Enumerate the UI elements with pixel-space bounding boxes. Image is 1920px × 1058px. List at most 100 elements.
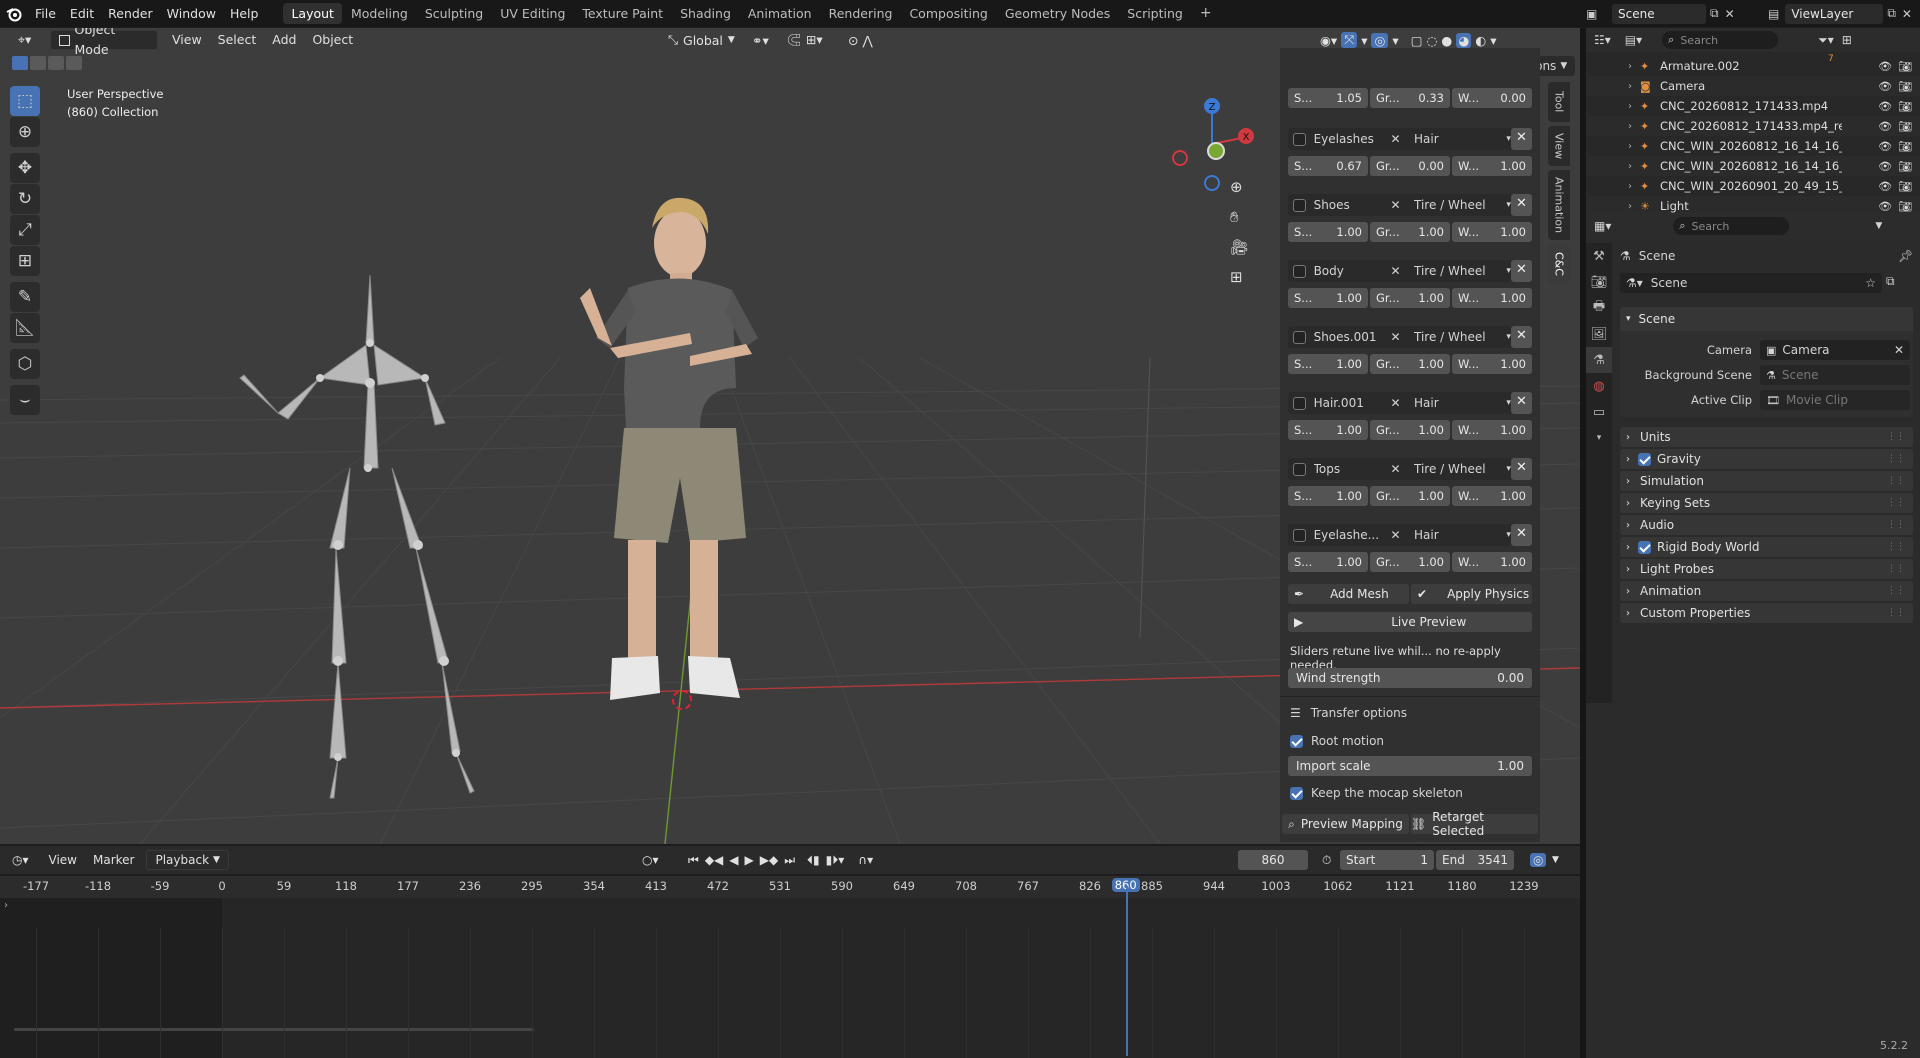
slot-preset-dropdown[interactable]: Tire / Wheel bbox=[1414, 198, 1506, 212]
slot-mesh-name[interactable]: Hair.001 bbox=[1314, 396, 1391, 410]
object-mode-dropdown[interactable]: Object Mode bbox=[50, 28, 158, 57]
slot-preset-dropdown[interactable]: Tire / Wheel bbox=[1414, 462, 1506, 476]
next-keyframe-icon[interactable]: ▶◆ bbox=[760, 853, 778, 868]
timeline-menu-playback[interactable]: Playback ▼ bbox=[146, 850, 229, 870]
gravity-field[interactable]: Gr... 1.00 bbox=[1370, 552, 1450, 572]
outliner-row[interactable]: › ✦ Armature.002 👁︎ 📷︎ bbox=[1586, 56, 1920, 76]
drag-handle-icon[interactable]: ⋮⋮ bbox=[1887, 542, 1905, 552]
scene-icon[interactable]: ▣ bbox=[1586, 7, 1608, 21]
snap-timeline-icon[interactable]: ∩▾ bbox=[858, 853, 873, 868]
tab-compositing[interactable]: Compositing bbox=[901, 3, 995, 24]
scene-panel-header[interactable]: ▾ Scene bbox=[1620, 307, 1913, 331]
delete-scene-icon[interactable]: ✕ bbox=[1725, 7, 1735, 21]
slot-mesh-name[interactable]: Body bbox=[1314, 264, 1391, 278]
outliner-item-name[interactable]: CNC_20260812_171433.mp4 bbox=[1660, 99, 1842, 113]
ortho-toggle-icon[interactable]: ⊞ bbox=[1230, 268, 1243, 286]
current-frame-field[interactable]: 860 bbox=[1238, 850, 1308, 870]
timeline-overlay-icon[interactable]: ◎ bbox=[1530, 853, 1547, 867]
slot-clear-icon[interactable]: ✕ bbox=[1391, 198, 1404, 212]
add-mesh-button[interactable]: ✒ Add Mesh bbox=[1288, 584, 1409, 604]
chevron-down-icon[interactable]: ▼ bbox=[1875, 221, 1882, 231]
tab-layout[interactable]: Layout bbox=[283, 3, 342, 24]
strength-field[interactable]: S... 0.67 bbox=[1288, 156, 1368, 176]
slot-preset-dropdown[interactable]: Hair bbox=[1414, 132, 1506, 146]
timeline-track-area[interactable]: › bbox=[0, 898, 1580, 1058]
timeline-editor-icon[interactable]: ◷▾ bbox=[12, 853, 29, 867]
select-subtract-icon[interactable] bbox=[48, 56, 64, 70]
drag-handle-icon[interactable]: ⋮⋮ bbox=[1887, 454, 1905, 464]
panel-keying-sets[interactable]: › Keying Sets ⋮⋮ bbox=[1620, 493, 1913, 513]
slot-mesh-name[interactable]: Eyelashes bbox=[1314, 132, 1391, 146]
jump-end-icon[interactable]: ⏭ bbox=[784, 853, 795, 868]
xray-icon[interactable]: ▢ bbox=[1411, 33, 1423, 48]
slot-clear-icon[interactable]: ✕ bbox=[1391, 264, 1404, 278]
more-tabs-icon[interactable]: ▾ bbox=[1586, 425, 1612, 451]
auto-keying-icon[interactable]: ○▾ bbox=[642, 853, 659, 867]
gravity-field[interactable]: Gr... 1.00 bbox=[1370, 354, 1450, 374]
next-marker-icon[interactable]: ▮⏵▾ bbox=[826, 853, 845, 868]
active-clip-field[interactable]: 🎞︎ Movie Clip bbox=[1760, 390, 1910, 410]
tab-scripting[interactable]: Scripting bbox=[1119, 3, 1191, 24]
slot-mesh-name[interactable]: Tops bbox=[1314, 462, 1391, 476]
strength-field[interactable]: S... 1.00 bbox=[1288, 552, 1368, 572]
add-cube-tool-icon[interactable]: ⬡ bbox=[10, 349, 40, 379]
expand-arrow-icon[interactable]: › bbox=[1628, 101, 1632, 112]
slot-enable-checkbox[interactable] bbox=[1293, 264, 1306, 278]
annotate-tool-icon[interactable]: ✎ bbox=[10, 282, 40, 312]
menu-file[interactable]: File bbox=[28, 0, 63, 27]
menu-window[interactable]: Window bbox=[160, 0, 223, 27]
fake-user-icon[interactable]: ☆ bbox=[1865, 276, 1876, 290]
side-tab-tool[interactable]: Tool bbox=[1548, 82, 1570, 122]
eye-icon[interactable]: 👁︎ bbox=[1878, 120, 1892, 133]
outliner-row[interactable]: › ◙ Camera 👁︎ 📷︎ bbox=[1586, 76, 1920, 96]
gizmo-icon[interactable]: ⤧ bbox=[1341, 32, 1358, 48]
play-icon[interactable]: ▶ bbox=[745, 853, 754, 868]
tab-animation[interactable]: Animation bbox=[740, 3, 820, 24]
expand-arrow-icon[interactable]: › bbox=[1628, 61, 1632, 72]
menu-help[interactable]: Help bbox=[223, 0, 266, 27]
timeline-scrollbar[interactable] bbox=[14, 1028, 534, 1031]
root-motion-check[interactable] bbox=[1290, 734, 1303, 748]
delete-view-layer-icon[interactable]: ✕ bbox=[1902, 7, 1912, 21]
strength-field[interactable]: S... 1.05 bbox=[1288, 88, 1368, 108]
slot-preset-dropdown[interactable]: Tire / Wheel bbox=[1414, 264, 1506, 278]
drag-handle-icon[interactable]: ⋮⋮ bbox=[1887, 476, 1905, 486]
viewport-menu-object[interactable]: Object bbox=[304, 30, 361, 50]
scene-selector[interactable]: Scene bbox=[1612, 3, 1706, 24]
panel-light-probes[interactable]: › Light Probes ⋮⋮ bbox=[1620, 559, 1913, 579]
menu-render[interactable]: Render bbox=[101, 0, 160, 27]
side-tab-view[interactable]: View bbox=[1548, 126, 1570, 166]
timeline-menu-view[interactable]: View bbox=[41, 850, 85, 870]
outliner-item-name[interactable]: Camera bbox=[1660, 79, 1842, 93]
add-workspace-button[interactable]: + bbox=[1192, 3, 1220, 24]
slot-remove-button[interactable]: ✕ bbox=[1510, 458, 1532, 480]
expand-arrow-icon[interactable]: › bbox=[1628, 201, 1632, 212]
curve-tool-icon[interactable]: ⌣ bbox=[10, 385, 40, 415]
panel-units[interactable]: › Units ⋮⋮ bbox=[1620, 427, 1913, 447]
select-new-icon[interactable] bbox=[12, 56, 28, 70]
select-invert-icon[interactable] bbox=[66, 56, 82, 70]
slot-mesh-name[interactable]: Eyelashe... bbox=[1314, 528, 1391, 542]
expand-arrow-icon[interactable]: › bbox=[1628, 81, 1632, 92]
camera-render-icon[interactable]: 📷︎ bbox=[1898, 60, 1912, 73]
outliner-item-name[interactable]: CNC_WIN_20260901_20_49_15_P bbox=[1660, 179, 1842, 193]
proportional-edit-icon[interactable]: ⊙ ⋀ bbox=[848, 33, 873, 48]
gravity-field[interactable]: Gr... 1.00 bbox=[1370, 288, 1450, 308]
gravity-field[interactable]: Gr... 0.33 bbox=[1370, 88, 1450, 108]
view-layer-icon[interactable]: ▤ bbox=[1768, 7, 1779, 21]
eye-icon[interactable]: 👁︎ bbox=[1878, 140, 1892, 153]
gravity-field[interactable]: Gr... 1.00 bbox=[1370, 420, 1450, 440]
chevron-down-icon[interactable]: ▼ bbox=[1552, 855, 1559, 865]
new-view-layer-icon[interactable]: ⧉ bbox=[1887, 6, 1896, 21]
tab-geometry-nodes[interactable]: Geometry Nodes bbox=[997, 3, 1118, 24]
tool-settings-tab-icon[interactable]: ⚒ bbox=[1586, 243, 1612, 269]
strength-field[interactable]: S... 1.00 bbox=[1288, 222, 1368, 242]
weight-field[interactable]: W... 1.00 bbox=[1452, 420, 1532, 440]
panel-rigid-body-world[interactable]: › Rigid Body World ⋮⋮ bbox=[1620, 537, 1913, 557]
camera-view-icon[interactable]: 🎥︎ bbox=[1230, 238, 1249, 256]
panel-gravity[interactable]: › Gravity ⋮⋮ bbox=[1620, 449, 1913, 469]
viewport-menu-add[interactable]: Add bbox=[264, 30, 304, 50]
eye-icon[interactable]: 👁︎ bbox=[1878, 80, 1892, 93]
select-box-tool-icon[interactable]: ⬚ bbox=[10, 86, 40, 116]
slot-remove-button[interactable]: ✕ bbox=[1510, 260, 1532, 282]
